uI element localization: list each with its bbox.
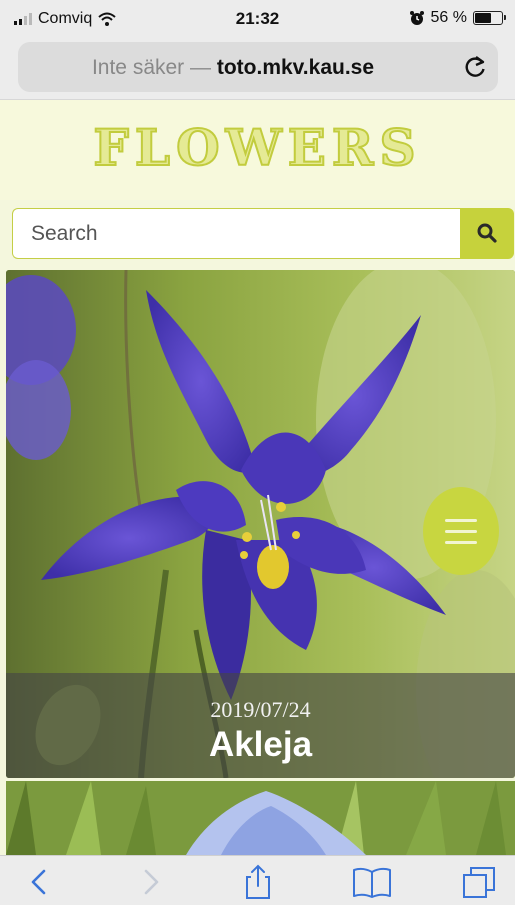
reload-icon[interactable] — [462, 54, 488, 80]
browser-toolbar — [0, 855, 515, 905]
featured-post-card[interactable]: 2019/07/24 Akleja — [6, 270, 515, 778]
site-header: FLOWERS — [0, 100, 515, 200]
search-button[interactable] — [460, 208, 514, 259]
search-input[interactable] — [12, 208, 460, 259]
site-logo[interactable]: FLOWERS — [0, 117, 515, 178]
battery-percent: 56 % — [430, 9, 467, 26]
tabs-icon[interactable] — [458, 864, 502, 900]
card-caption: 2019/07/24 Akleja — [6, 673, 515, 778]
search-icon — [477, 223, 497, 243]
browser-address-area: Inte säker — toto.mkv.kau.se — [0, 38, 515, 100]
battery-icon — [473, 11, 506, 25]
menu-button[interactable] — [423, 487, 499, 575]
share-icon[interactable] — [236, 864, 280, 900]
back-icon[interactable] — [18, 864, 62, 900]
next-post-card[interactable] — [6, 781, 515, 855]
next-flower-photo — [6, 781, 515, 855]
alarm-icon — [409, 11, 424, 25]
address-host: toto.mkv.kau.se — [216, 56, 375, 79]
status-bar: Comviq 21:32 56 % — [0, 0, 515, 38]
post-title[interactable]: Akleja — [6, 725, 515, 765]
address-text[interactable]: Inte säker — toto.mkv.kau.se — [18, 56, 448, 80]
security-label: Inte säker — — [91, 56, 212, 79]
status-right: 56 % — [409, 9, 506, 27]
forward-icon[interactable] — [128, 864, 172, 900]
address-bar[interactable]: Inte säker — toto.mkv.kau.se — [18, 42, 498, 92]
post-date: 2019/07/24 — [210, 697, 311, 722]
bookmarks-icon[interactable] — [350, 864, 394, 900]
search-form — [12, 208, 514, 259]
